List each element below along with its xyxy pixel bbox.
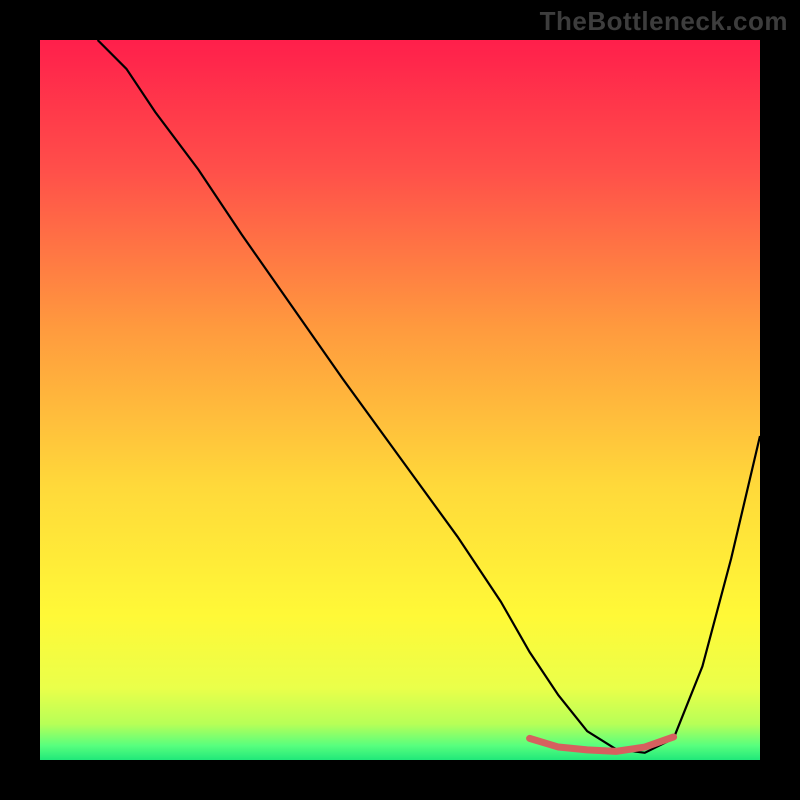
plot-area (40, 40, 760, 760)
curve-layer (40, 40, 760, 760)
bottleneck-curve (98, 40, 760, 753)
chart-frame: TheBottleneck.com (0, 0, 800, 800)
watermark-text: TheBottleneck.com (540, 6, 788, 37)
